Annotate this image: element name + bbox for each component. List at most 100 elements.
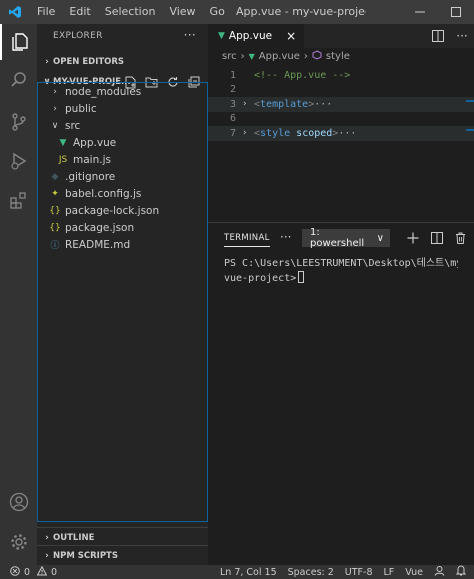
split-editor-icon[interactable] (430, 30, 446, 42)
terminal-output[interactable]: PS C:\Users\LEESTRUMENT\Desktop\테스트\my- … (208, 253, 474, 286)
js-icon: JS (58, 154, 68, 165)
status-right: Ln 7, Col 15 Spaces: 2 UTF-8 LF Vue (220, 565, 467, 579)
vue-icon: ▼ (59, 137, 67, 148)
terminal-cursor (298, 271, 305, 283)
folded-ellipsis[interactable]: ··· (338, 128, 356, 139)
file-tree-item[interactable]: ⓘ README.md (38, 236, 207, 253)
explorer-sidebar: EXPLORER ··· › OPEN EDITORS ∨ MY-VUE-PRO… (37, 24, 208, 565)
vscode-logo-icon (0, 0, 30, 24)
folded-ellipsis[interactable]: ··· (314, 99, 332, 110)
file-tree-item[interactable]: ▼ App.vue (38, 134, 207, 151)
explorer-header: EXPLORER ··· (37, 24, 208, 48)
split-terminal-icon[interactable] (429, 232, 444, 244)
json-icon: {} (49, 205, 61, 216)
menu-selection[interactable]: Selection (98, 0, 163, 24)
cursor-position[interactable]: Ln 7, Col 15 (220, 567, 277, 578)
file-tree-label: babel.config.js (65, 187, 142, 200)
npm-scripts-label: NPM SCRIPTS (53, 551, 118, 561)
chevron-right-icon: › (53, 103, 57, 114)
tab-app-vue[interactable]: ▼ App.vue × (208, 24, 305, 48)
breadcrumb: src › ▼ App.vue › style (208, 48, 474, 65)
breadcrumb-symbol[interactable]: style (326, 51, 350, 62)
panel-actions (405, 223, 468, 253)
notifications-icon[interactable] (455, 565, 467, 579)
file-tree-item[interactable]: {} package-lock.json (38, 202, 207, 219)
line-number: 3 (229, 98, 236, 110)
feedback-icon[interactable] (434, 565, 445, 579)
fold-chevron-icon[interactable]: › (242, 128, 254, 138)
panel-more-icon[interactable]: ··· (280, 223, 291, 251)
code-editor[interactable]: 1 <!-- App.vue --> 2 3 › <template>··· 6 7 › <sty… (208, 68, 474, 155)
line-number: 6 (229, 113, 236, 125)
activity-bar (0, 24, 37, 565)
minimize-icon[interactable] (402, 0, 438, 24)
file-tree-label: App.vue (73, 136, 117, 149)
line-number: 1 (229, 69, 236, 81)
code-attr: scoped (296, 127, 333, 139)
chevron-right-icon: › (53, 86, 57, 97)
menu-view[interactable]: View (162, 0, 202, 24)
language-mode[interactable]: Vue (405, 567, 423, 578)
file-tree-label: README.md (65, 238, 131, 251)
tab-terminal[interactable]: TERMINAL (224, 233, 270, 247)
code-text: <!-- App.vue --> (254, 70, 350, 81)
title-bar: File Edit Selection View Go App.vue - my… (0, 0, 474, 24)
encoding[interactable]: UTF-8 (345, 567, 373, 578)
search-icon[interactable] (0, 62, 37, 98)
file-tree-label: package-lock.json (65, 204, 160, 217)
open-editors-section[interactable]: › OPEN EDITORS (37, 52, 208, 72)
run-debug-icon[interactable] (0, 143, 37, 179)
menu-edit[interactable]: Edit (62, 0, 97, 24)
scroll-marker (466, 129, 474, 131)
code-text: <style scoped>··· (254, 128, 356, 139)
error-icon (10, 565, 20, 579)
shell-select[interactable]: 1: powershell ∨ (302, 227, 390, 249)
file-tree-item[interactable]: ✦ babel.config.js (38, 185, 207, 202)
code-line: 7 › <style scoped>··· (208, 126, 474, 141)
maximize-icon[interactable] (438, 0, 474, 24)
scroll-marker (466, 100, 474, 102)
outline-label: OUTLINE (53, 533, 95, 543)
extensions-icon[interactable] (0, 182, 37, 218)
file-tree: › node_modules › public ∨ src ▼ App.vue JS main.j… (37, 82, 208, 522)
terminal-line: PS C:\Users\LEESTRUMENT\Desktop\테스트\my- (224, 258, 458, 269)
file-tree-item[interactable]: ∨ src (38, 117, 207, 134)
breadcrumb-file[interactable]: App.vue (259, 51, 300, 62)
file-tree-item[interactable]: {} package.json (38, 219, 207, 236)
file-tree-rows: › node_modules › public ∨ src ▼ App.vue JS main.j… (38, 83, 207, 253)
chevron-right-icon: › (45, 533, 49, 543)
chevron-right-icon: › (303, 51, 308, 62)
account-icon[interactable] (0, 484, 37, 520)
manage-gear-icon[interactable] (0, 524, 37, 560)
code-text: <template>··· (254, 99, 332, 110)
trash-icon[interactable] (453, 232, 468, 244)
source-control-icon[interactable] (0, 104, 37, 140)
indentation[interactable]: Spaces: 2 (288, 567, 334, 578)
more-actions-icon[interactable]: ··· (454, 29, 470, 43)
file-tree-label: public (65, 102, 97, 115)
fold-chevron-icon[interactable]: › (242, 99, 254, 109)
file-tree-item[interactable]: › node_modules (38, 83, 207, 100)
explorer-icon[interactable] (0, 24, 37, 60)
npm-scripts-section[interactable]: › NPM SCRIPTS (37, 545, 208, 566)
vue-icon: ▼ (218, 31, 225, 41)
editor-actions: ··· (430, 24, 470, 48)
file-tree-item[interactable]: ◆ .gitignore (38, 168, 207, 185)
end-of-line[interactable]: LF (384, 567, 395, 578)
vue-icon: ▼ (248, 52, 255, 61)
file-tree-item[interactable]: JS main.js (38, 151, 207, 168)
window-controls (402, 0, 474, 24)
breadcrumb-src[interactable]: src (222, 51, 237, 62)
close-icon[interactable]: × (286, 29, 296, 43)
explorer-more-icon[interactable]: ··· (184, 24, 196, 46)
shell-select-value: 1: powershell (310, 227, 365, 249)
new-terminal-icon[interactable] (405, 232, 420, 244)
code-tag: style (260, 127, 291, 139)
code-tag: template (260, 98, 309, 110)
file-tree-item[interactable]: › public (38, 100, 207, 117)
explorer-title: EXPLORER (53, 31, 103, 41)
problems-status[interactable]: 0 0 (10, 565, 57, 579)
menu-file[interactable]: File (30, 0, 62, 24)
menu-go[interactable]: Go (203, 0, 232, 24)
